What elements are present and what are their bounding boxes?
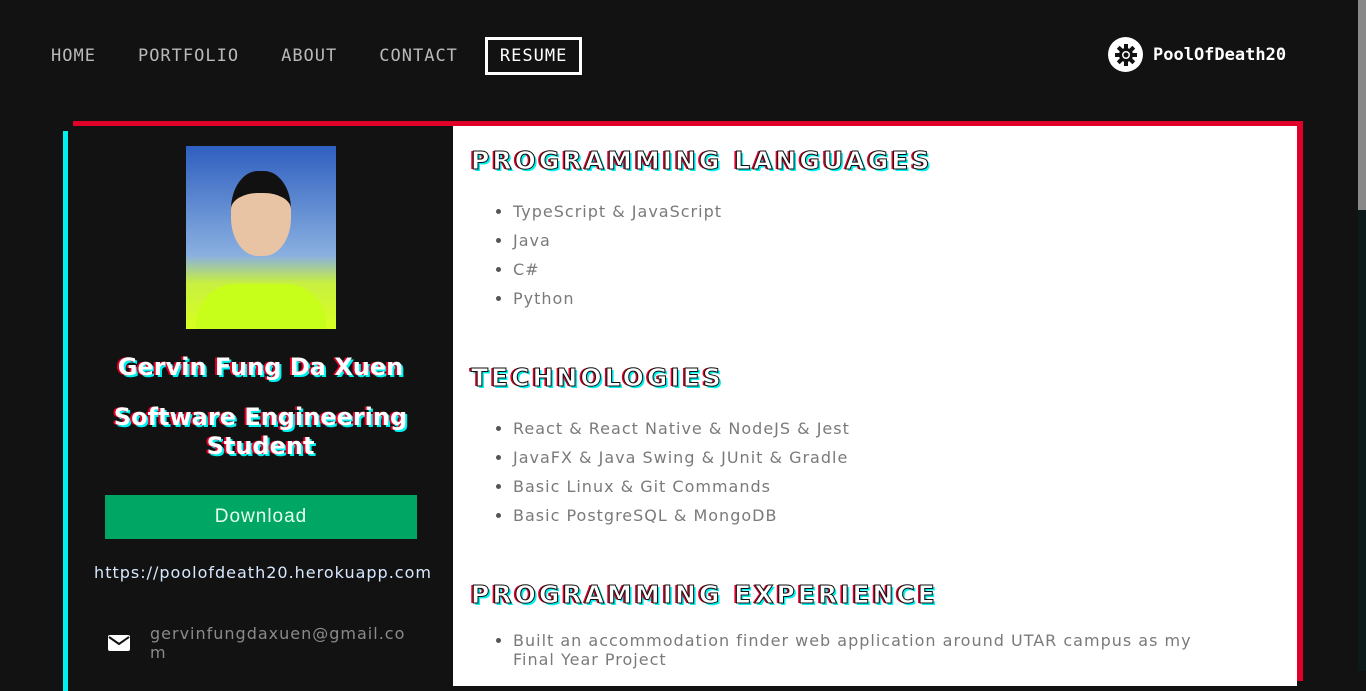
list-item: Basic Linux & Git Commands <box>513 472 1279 501</box>
brand-name: PoolOfDeath20 <box>1153 44 1287 65</box>
nav-portfolio[interactable]: PORTFOLIO <box>123 37 254 75</box>
list-item: C# <box>513 255 1279 284</box>
email-link[interactable]: gervinfungdaxuen@gmail.com <box>150 624 410 662</box>
section-title: PROGRAMMING LANGUAGES <box>471 146 933 176</box>
profile-role: Software Engineering Student <box>113 403 408 460</box>
scrollbar-thumb[interactable] <box>1358 0 1366 210</box>
section-title: TECHNOLOGIES <box>471 363 724 393</box>
download-button[interactable]: Download <box>105 495 417 539</box>
nav-home[interactable]: HOME <box>36 37 111 75</box>
envelope-icon <box>108 635 130 651</box>
profile-panel: Gervin Fung Da Xuen Software Engineering… <box>68 126 453 686</box>
nav-contact[interactable]: CONTACT <box>364 37 473 75</box>
list-item: Java <box>513 226 1279 255</box>
list-item: React & React Native & NodeJS & Jest <box>513 414 1279 443</box>
email-row: gervinfungdaxuen@gmail.com <box>108 624 410 662</box>
list-item: Python <box>513 284 1279 313</box>
list-item: TypeScript & JavaScript <box>513 197 1279 226</box>
list-item: Built an accommodation finder web applic… <box>513 631 1233 669</box>
red-border-right <box>1297 121 1303 681</box>
nav-about[interactable]: ABOUT <box>266 37 352 75</box>
website-link[interactable]: https://poolofdeath20.herokuapp.com <box>93 563 433 582</box>
gear-icon <box>1108 37 1143 72</box>
profile-photo <box>186 146 336 329</box>
section-programming-languages: PROGRAMMING LANGUAGES TypeScript & JavaS… <box>471 146 1279 313</box>
nav-resume[interactable]: RESUME <box>484 37 583 75</box>
profile-name: Gervin Fung Da Xuen <box>117 353 404 381</box>
resume-content: PROGRAMMING LANGUAGES TypeScript & JavaS… <box>453 126 1297 686</box>
scrollbar[interactable] <box>1358 0 1366 671</box>
main-nav: HOME PORTFOLIO ABOUT CONTACT RESUME <box>36 37 594 75</box>
list-item: JavaFX & Java Swing & JUnit & Gradle <box>513 443 1279 472</box>
brand-link[interactable]: PoolOfDeath20 <box>1108 37 1286 72</box>
section-technologies: TECHNOLOGIES React & React Native & Node… <box>471 363 1279 530</box>
section-programming-experience: PROGRAMMING EXPERIENCE Built an accommod… <box>471 580 1279 670</box>
section-title: PROGRAMMING EXPERIENCE <box>471 580 938 610</box>
list-item: Basic PostgreSQL & MongoDB <box>513 501 1279 530</box>
